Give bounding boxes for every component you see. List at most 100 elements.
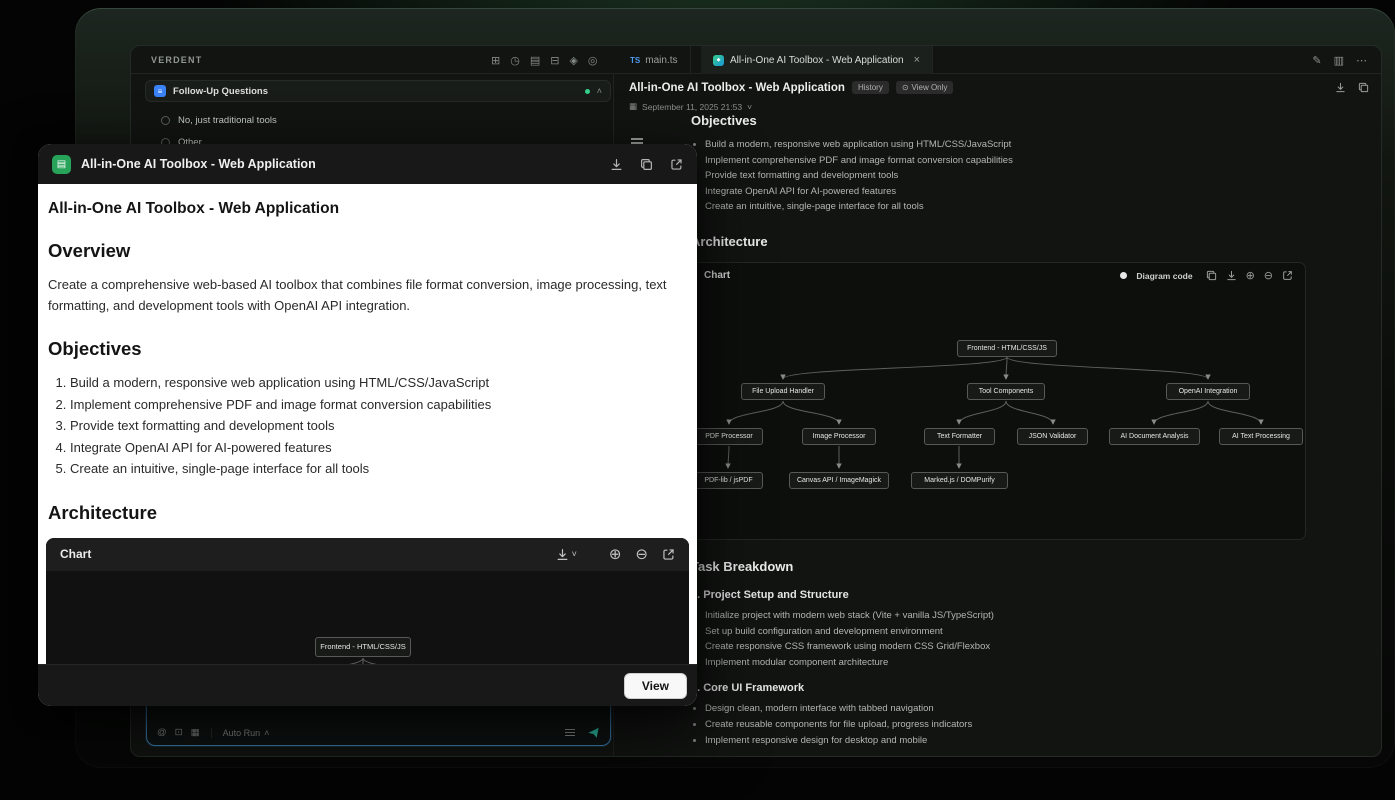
list-item: Create responsive CSS framework using mo… [705,639,1308,655]
compose-icon[interactable]: ✎ [1312,54,1321,67]
architecture-heading: Architecture [48,502,687,524]
list-item: Initialize project with modern web stack… [705,608,1308,624]
list-icon[interactable] [565,729,575,730]
send-icon[interactable] [587,726,600,739]
auto-run-toggle[interactable]: Auto Run ˄ [223,728,270,738]
view-button[interactable]: View [624,673,687,699]
chevron-up-icon[interactable]: ˄ [597,86,602,96]
screen: VERDENT ⊞ ◷ ▤ ⊟ ◈ ◎ TS main.ts ◆ All-in-… [0,0,1395,800]
doc-tab-icon: ◆ [713,55,724,66]
task-1-heading: 1. Project Setup and Structure [691,589,1308,601]
zoom-in-icon[interactable]: ⊕ [1246,269,1255,282]
list-item: Provide text formatting and development … [70,415,687,437]
architecture-chart-panel: Chart Diagram code ⊕ [691,262,1306,540]
view-only-badge: ⊙ View Only [896,81,954,94]
doc-panel: All-in-One AI Toolbox - Web Application … [615,74,1381,756]
diagram-node: JSON Validator [1017,428,1088,445]
doc-title: All-in-One AI Toolbox - Web Application [629,82,845,94]
layout-grid-icon[interactable]: ⊞ [491,54,500,67]
objectives-heading: Objectives [48,338,687,360]
list-item: Build a modern, responsive web applicati… [70,372,687,394]
list-item: Implement comprehensive PDF and image fo… [70,394,687,416]
tab-doc-toolbox[interactable]: ◆ All-in-One AI Toolbox - Web Applicatio… [701,46,933,74]
download-icon[interactable] [1335,82,1346,93]
calendar-icon: ▦ [629,101,637,112]
diagram-code-label[interactable]: Diagram code [1136,271,1192,281]
zoom-out-icon[interactable]: ⊖ [635,545,648,563]
followup-questions-card[interactable]: ≡ Follow-Up Questions ˄ [145,80,611,102]
tab-main-ts[interactable]: TS main.ts [617,46,691,74]
task-2-list: Design clean, modern interface with tabb… [705,701,1308,748]
diagram-node: File Upload Handler [741,383,825,400]
objectives-heading: Objectives [691,113,1308,128]
brand-verdent: VERDENT [151,55,202,65]
list-item: Integrate OpenAI API for AI-powered feat… [70,437,687,459]
close-tab-icon[interactable]: × [914,54,920,66]
diagram-node-frontend: Frontend - HTML/CSS/JS [957,340,1057,357]
history-badge[interactable]: History [852,81,889,94]
chart-header: Chart Diagram code ⊕ [692,263,1305,289]
modal-footer: View [38,664,697,706]
objectives-list: Build a modern, responsive web applicati… [705,137,1308,215]
modal-chart-canvas[interactable]: Frontend - HTML/CSS/JS [46,571,689,665]
history-icon[interactable]: ◷ [510,54,520,67]
tab-label: All-in-One AI Toolbox - Web Application [730,55,904,66]
chart-title: Chart [704,270,730,281]
overview-heading: Overview [48,240,687,262]
task-breakdown-heading: Task Breakdown [691,559,1308,574]
panel-toolbar: ⊞ ◷ ▤ ⊟ ◈ ◎ [491,46,598,74]
notes-icon[interactable]: ▤ [530,54,540,67]
list-item: Create an intuitive, single-page interfa… [70,458,687,480]
modal-chart-header: Chart ˅ ⊕ ⊖ [46,538,689,571]
task-2-heading: 2. Core UI Framework [691,682,1308,694]
diagram-node: Marked.js / DOMPurify [911,472,1008,489]
list-item: Create an intuitive, single-page interfa… [705,199,1308,215]
copy-icon[interactable] [1206,270,1217,281]
mention-icon[interactable]: @ [157,727,167,738]
more-icon[interactable]: ⋯ [1356,54,1367,67]
doc-title: All-in-One AI Toolbox - Web Application [48,200,687,218]
download-menu[interactable]: ˅ [556,548,577,561]
open-external-icon[interactable] [1282,270,1293,281]
diagram-node: Tool Components [967,383,1045,400]
window-toolbar: ✎ ▥ ⋯ [1312,46,1367,74]
diagram-node: Image Processor [802,428,876,445]
followup-icon: ≡ [154,85,166,97]
modal-chart-panel: Chart ˅ ⊕ ⊖ [46,538,689,665]
zoom-out-icon[interactable]: ⊖ [1264,269,1273,282]
copy-icon[interactable] [1358,82,1369,93]
eye-icon: ⊙ [902,83,909,92]
status-dot [585,89,590,94]
diagram-code-toggle[interactable] [1120,272,1127,279]
followup-title: Follow-Up Questions [173,86,268,97]
outline-menu-icon[interactable] [631,138,643,140]
diagram-node: PDF-lib / jsPDF [694,472,763,489]
copy-icon[interactable] [640,158,653,171]
chevron-up-icon: ˄ [264,728,269,738]
modal-body: All-in-One AI Toolbox - Web Application … [38,184,697,664]
modal-title: All-in-One AI Toolbox - Web Application [81,157,316,171]
attach-icon[interactable]: ⊡ [175,727,183,738]
download-icon[interactable] [1226,270,1237,281]
extensions-icon[interactable]: ◈ [569,54,577,67]
overview-text: Create a comprehensive web-based AI tool… [48,274,687,316]
apps-icon[interactable]: ▦ [191,727,200,738]
objectives-list: Build a modern, responsive web applicati… [70,372,687,480]
architecture-heading: Architecture [691,234,1308,249]
open-external-icon[interactable] [670,158,683,171]
chart-title: Chart [60,547,91,561]
split-view-icon[interactable]: ▥ [1334,54,1344,67]
account-icon[interactable]: ◎ [588,54,598,67]
terminal-icon[interactable]: ⊟ [550,54,559,67]
diagram-node: Canvas API / ImageMagick [789,472,889,489]
composer-toolbar: @ ⊡ ▦ Auto Run ˄ [157,726,600,739]
zoom-in-icon[interactable]: ⊕ [609,545,622,563]
diagram-edges [692,263,1307,541]
option-no-traditional-tools[interactable]: No, just traditional tools [161,110,277,130]
download-icon[interactable] [610,158,623,171]
radio-icon[interactable] [161,116,170,125]
diagram-node: Text Formatter [924,428,995,445]
diagram-node: AI Document Analysis [1109,428,1200,445]
open-external-icon[interactable] [662,548,675,561]
list-item: Set up build configuration and developme… [705,624,1308,640]
